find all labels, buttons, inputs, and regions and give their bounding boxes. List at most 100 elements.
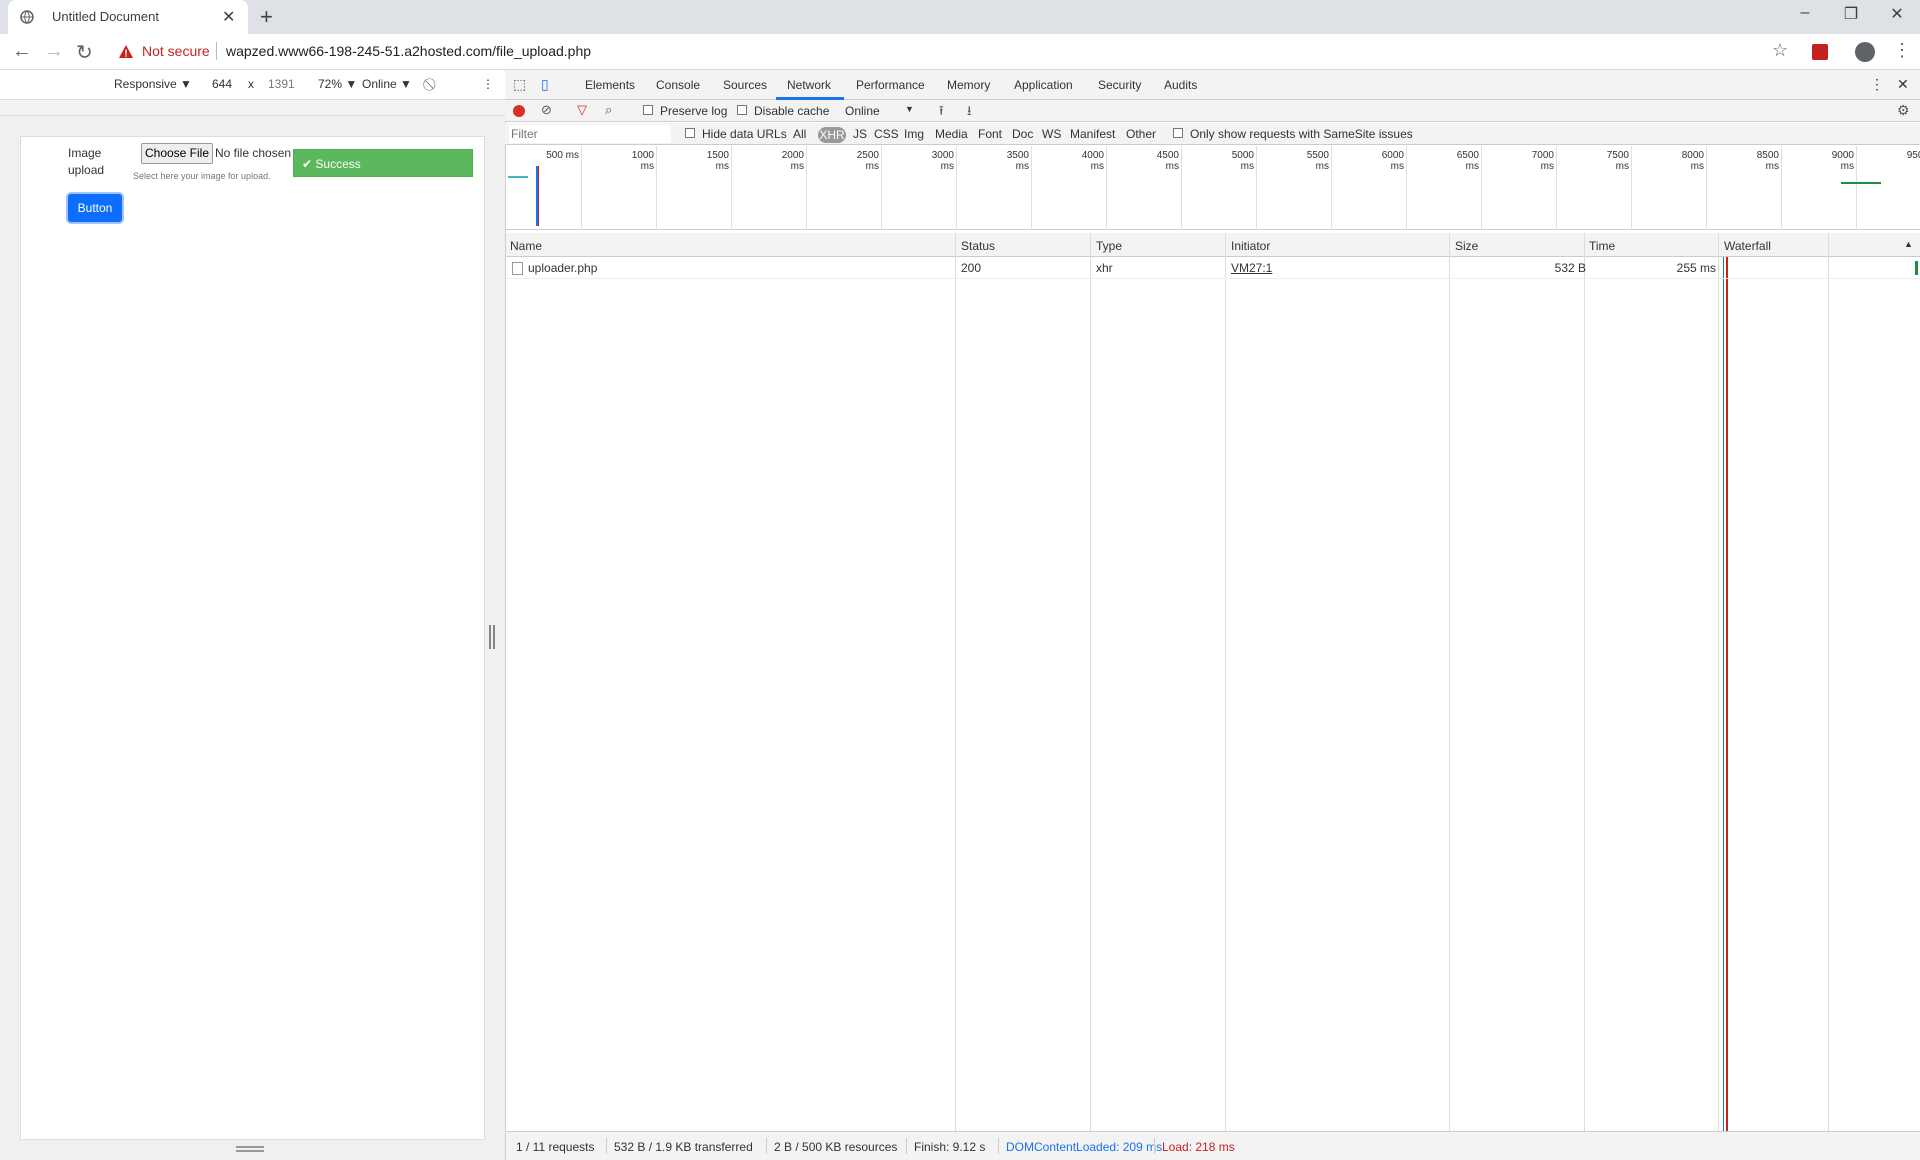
tab-application[interactable]: Application — [1014, 78, 1073, 92]
restore-icon[interactable]: ❐ — [1828, 4, 1874, 24]
network-toolbar: ⊘ ▽ ⌕ Preserve log Disable cache Online … — [505, 100, 1920, 122]
address-bar[interactable]: Not secure wapzed.www66-198-245-51.a2hos… — [108, 40, 1768, 64]
type-other[interactable]: Other — [1126, 127, 1156, 141]
type-js[interactable]: JS — [853, 127, 867, 141]
record-icon[interactable] — [513, 105, 525, 117]
type-all[interactable]: All — [793, 127, 806, 141]
col-initiator[interactable]: Initiator — [1231, 239, 1270, 253]
device-select[interactable]: Responsive ▼ — [114, 77, 192, 91]
row-time: 255 ms — [1676, 261, 1716, 275]
profile-icon[interactable] — [1855, 42, 1875, 62]
export-icon[interactable]: ⭳ — [967, 102, 972, 124]
primary-button[interactable]: Button — [68, 194, 122, 222]
tab-network[interactable]: Network — [787, 78, 831, 92]
type-media[interactable]: Media — [935, 127, 968, 141]
timeline-gridline — [1256, 146, 1257, 230]
tab-performance[interactable]: Performance — [856, 78, 925, 92]
disable-cache-checkbox[interactable] — [737, 105, 747, 115]
timeline-gridline — [581, 146, 582, 230]
col-time[interactable]: Time — [1589, 239, 1615, 253]
samesite-checkbox[interactable] — [1173, 128, 1183, 138]
domcontentloaded-line — [1723, 257, 1724, 1131]
settings-icon[interactable]: ⚙ — [1897, 102, 1910, 119]
width-input[interactable]: 644 — [212, 77, 232, 91]
col-waterfall[interactable]: Waterfall — [1724, 239, 1771, 253]
more-icon[interactable]: ⋮ — [482, 77, 494, 91]
filter-icon[interactable]: ▽ — [577, 102, 587, 118]
security-label[interactable]: Not secure — [142, 43, 210, 59]
zoom-select[interactable]: 72% ▼ — [318, 77, 357, 91]
throttle-select[interactable]: Online — [845, 104, 880, 118]
tab-security[interactable]: Security — [1098, 78, 1141, 92]
transferred: 532 B / 1.9 KB transferred — [614, 1140, 753, 1154]
col-name[interactable]: Name — [510, 239, 542, 253]
forward-icon[interactable]: → — [44, 40, 64, 63]
height-resize-handle[interactable] — [236, 1146, 264, 1152]
tab-memory[interactable]: Memory — [947, 78, 990, 92]
tab-sources[interactable]: Sources — [723, 78, 767, 92]
minimize-icon[interactable]: – — [1782, 4, 1828, 22]
column-divider — [1584, 233, 1585, 1131]
table-row[interactable]: uploader.php 200 xhr VM27:1 532 B 255 ms — [506, 257, 1920, 279]
type-manifest[interactable]: Manifest — [1070, 127, 1115, 141]
device-toolbar: Responsive ▼ 644 x 1391 72% ▼ Online ▼ ⃠… — [0, 70, 505, 100]
tab-elements[interactable]: Elements — [585, 78, 635, 92]
filter-input[interactable] — [509, 125, 671, 143]
type-ws[interactable]: WS — [1042, 127, 1061, 141]
domcontentloaded-time: DOMContentLoaded: 209 ms — [1006, 1140, 1163, 1154]
devtools-close-icon[interactable]: ✕ — [1897, 76, 1909, 93]
new-tab-icon[interactable]: + — [260, 4, 273, 30]
close-tab-icon[interactable]: ✕ — [222, 7, 235, 27]
success-alert: ✔ Success — [293, 149, 473, 177]
import-icon[interactable]: ⭱ — [939, 102, 944, 124]
back-icon[interactable]: ← — [12, 40, 32, 63]
search-icon[interactable]: ⌕ — [605, 102, 612, 118]
network-select[interactable]: Online ▼ — [362, 77, 412, 91]
height-input[interactable]: 1391 — [268, 77, 295, 91]
row-size: 532 B — [1554, 261, 1586, 275]
browser-tab[interactable]: Untitled Document ✕ — [8, 0, 248, 34]
timeline-tick-label: 2000 ms — [781, 150, 804, 172]
extension-icon[interactable] — [1812, 44, 1828, 60]
url-text[interactable]: wapzed.www66-198-245-51.a2hosted.com/fil… — [226, 43, 591, 59]
star-icon[interactable]: ☆ — [1772, 40, 1788, 61]
device-toggle-icon[interactable]: ▯ — [541, 76, 549, 93]
timeline-tick-label: 9000 ms — [1831, 150, 1854, 172]
waterfall-bar — [1915, 261, 1918, 275]
clear-icon[interactable]: ⊘ — [541, 102, 552, 118]
timeline-gridline — [1706, 146, 1707, 230]
tab-audits[interactable]: Audits — [1164, 78, 1197, 92]
col-status[interactable]: Status — [961, 239, 995, 253]
overview-request-bar — [508, 176, 528, 178]
timeline-gridline — [1181, 146, 1182, 230]
tab-title: Untitled Document — [52, 9, 159, 24]
type-css[interactable]: CSS — [874, 127, 899, 141]
tab-strip — [0, 0, 1920, 34]
inspect-icon[interactable]: ⬚ — [513, 76, 526, 93]
type-doc[interactable]: Doc — [1012, 127, 1033, 141]
devtools-menu-icon[interactable]: ⋮ — [1870, 76, 1884, 93]
close-window-icon[interactable]: ✕ — [1874, 4, 1920, 24]
menu-icon[interactable]: ⋮ — [1893, 40, 1911, 61]
media-query-bar[interactable] — [0, 100, 505, 116]
timeline-overview[interactable]: 500 ms 1000 ms 1500 ms 2000 ms 2500 ms 3000 m… — [506, 146, 1920, 230]
tab-console[interactable]: Console — [656, 78, 700, 92]
width-resize-handle[interactable] — [489, 625, 495, 649]
type-xhr[interactable]: XHR — [818, 127, 846, 143]
load-time: Load: 218 ms — [1162, 1140, 1235, 1154]
preserve-log-checkbox[interactable] — [643, 105, 653, 115]
reload-icon[interactable]: ↻ — [76, 40, 93, 65]
row-initiator[interactable]: VM27:1 — [1231, 261, 1272, 275]
timeline-tick-label: 8500 ms — [1756, 150, 1779, 172]
choose-file-button[interactable]: Choose File — [141, 143, 213, 164]
col-size[interactable]: Size — [1455, 239, 1478, 253]
timeline-gridline — [806, 146, 807, 230]
sort-up-icon[interactable]: ▲ — [1904, 239, 1913, 249]
type-font[interactable]: Font — [978, 127, 1002, 141]
hide-data-urls-checkbox[interactable] — [685, 128, 695, 138]
timeline-gridline — [956, 146, 957, 230]
col-type[interactable]: Type — [1096, 239, 1122, 253]
table-header: Name Status Type Initiator Size Time Wat… — [506, 233, 1920, 257]
row-name[interactable]: uploader.php — [528, 261, 597, 275]
type-img[interactable]: Img — [904, 127, 924, 141]
